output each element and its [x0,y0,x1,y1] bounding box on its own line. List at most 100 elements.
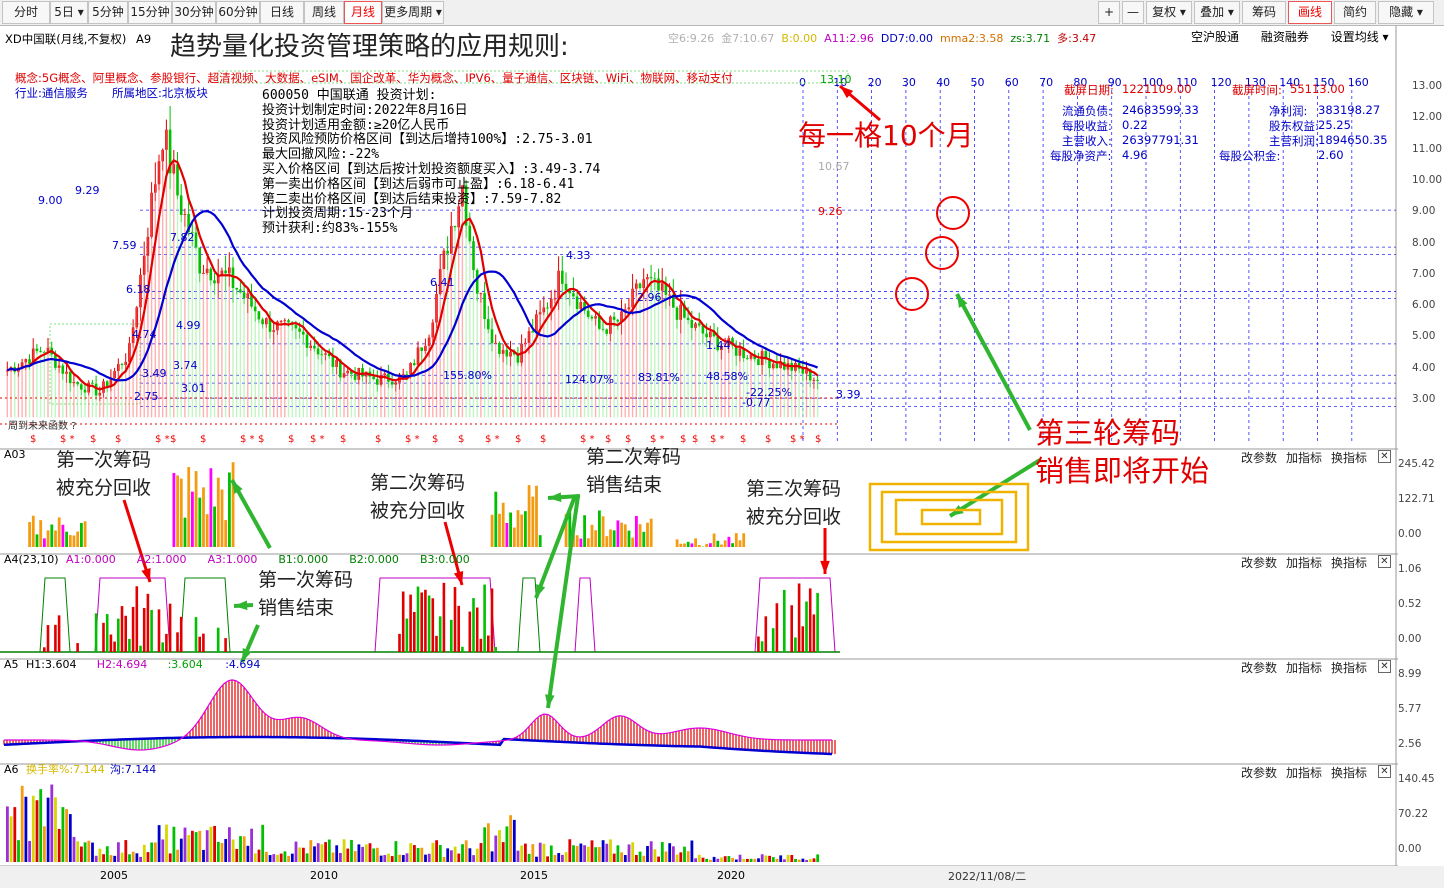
a6-bar [734,859,738,862]
a6-bar [331,852,335,862]
a4-bar [438,616,442,652]
toolbar-right-button-5[interactable]: 画线 [1288,1,1332,24]
close-icon[interactable]: ✕ [1378,660,1391,673]
period-tab-6[interactable]: 日线 [260,1,304,24]
a03-bar [649,518,653,547]
percent-label: 124.07% [565,373,614,386]
toolbar-right-button-0[interactable]: + [1098,1,1120,24]
a6-bar [50,784,54,862]
signal-markers: $ $ * $ $ $ * $ $ $ * $ $ $ * $ $ $ * $ $ $ * $ $ $ * $ $ $ * $… [30,434,821,445]
panel-title-a03: A03 [4,448,26,461]
a6-bar [435,840,438,862]
panel-add-indicator-button[interactable]: 加指标 [1286,659,1322,676]
hk-connect-link[interactable]: 空沪股通 [1191,30,1239,44]
a4-bar [431,598,435,652]
period-tab-2[interactable]: 5分钟 [88,1,128,24]
a6-bar [601,840,605,862]
toolbar-right-button-4[interactable]: 筹码 [1242,1,1286,24]
price-tick: 12.00 [1412,111,1443,124]
panel-edit-params-button[interactable]: 改参数 [1241,659,1277,676]
period-tab-0[interactable]: 分时 [2,1,50,24]
a03-bar [72,535,76,547]
toolbar-right-button-3[interactable]: 叠加 ▾ [1194,1,1240,24]
period-tab-4[interactable]: 30分钟 [172,1,216,24]
toolbar-right-button-7[interactable]: 隐藏 ▾ [1378,1,1434,24]
a03-bar [43,538,46,547]
a6-bar [150,842,154,862]
panel-switch-indicator-button[interactable]: 换指标 [1331,659,1367,676]
a6-bar [705,858,709,862]
period-tab-1[interactable]: 5日 ▾ [50,1,88,24]
a6-bar [98,848,102,862]
close-icon[interactable]: ✕ [1378,555,1391,568]
period-tab-7[interactable]: 周线 [304,1,344,24]
region-label: 所属地区:北京板块 [112,86,208,100]
chevron-down-icon: ▾ [1382,30,1389,44]
panel-edit-params-button[interactable]: 改参数 [1241,449,1277,466]
panel-edit-params-button[interactable]: 改参数 [1241,764,1277,781]
a6-bar [383,855,387,862]
panel-value: A2:1.000 [136,553,187,566]
toolbar-right-button-2[interactable]: 复权 ▾ [1146,1,1192,24]
a03-bar [490,514,494,547]
indicator-value: DD7:0.00 [880,32,934,45]
panel-switch-indicator-button[interactable]: 换指标 [1331,764,1367,781]
a6-bar [324,842,327,862]
a03-bar [198,497,202,547]
a6-bar [213,825,216,862]
close-icon[interactable]: ✕ [1378,765,1391,778]
price-level-label: 9.00 [38,194,63,207]
price-level-label: 3.74 [173,359,198,372]
a4-bar [57,615,61,652]
a6-bar [87,840,91,862]
panel-add-indicator-button[interactable]: 加指标 [1286,554,1322,571]
candle-body [242,292,246,299]
panel-add-indicator-button[interactable]: 加指标 [1286,764,1322,781]
price-tick: 7.00 [1412,267,1436,280]
toolbar-button-label: + [1103,5,1115,19]
a6-bar [609,839,612,862]
a6-bar [420,847,424,862]
a03-bar [39,520,43,547]
toolbar-right-button-1[interactable]: — [1122,1,1144,24]
a6-bar [612,853,616,862]
a03-bar [579,538,583,547]
set-ma-link[interactable]: 设置均线 [1331,30,1379,44]
panel-edit-params-button[interactable]: 改参数 [1241,554,1277,571]
panel-switch-indicator-button[interactable]: 换指标 [1331,554,1367,571]
annotation-month-grid: 每一格10个月 [798,119,974,152]
arrow-third-recover-head [820,560,830,574]
a03-bar [697,545,701,547]
candle-body [302,331,305,335]
a6-bar [68,814,72,862]
panel-switch-indicator-button[interactable]: 换指标 [1331,449,1367,466]
candle-body [120,364,124,366]
a03-bar [54,530,57,547]
period-tab-8[interactable]: 月线 [344,1,382,24]
toolbar-right-button-6[interactable]: 简约 [1334,1,1376,24]
a6-bar [749,858,753,862]
price-tick: 5.00 [1412,330,1436,343]
a6-bar [94,855,98,862]
a4-bar [150,609,153,652]
price-tick: 6.00 [1412,299,1436,312]
panel-tick: 2.56 [1398,738,1422,750]
price-level-label: 2.96 [637,291,662,304]
close-icon[interactable]: ✕ [1378,450,1391,463]
panel-add-indicator-button[interactable]: 加指标 [1286,449,1322,466]
screenshot-time-label: 截屏时间: [1232,83,1282,97]
a6-bar [398,854,401,862]
margin-trading-link[interactable]: 融资融券 [1261,30,1309,44]
a4-bar [194,617,198,652]
candle-body [94,383,98,396]
screenshot-date-label: 截屏日期: [1064,83,1114,97]
period-tab-5[interactable]: 60分钟 [216,1,260,24]
period-tab-9[interactable]: 更多周期 ▾ [382,1,444,24]
a6-bar [342,839,346,862]
period-tab-3[interactable]: 15分钟 [128,1,172,24]
signal-marker: $ [170,434,176,445]
a4-bar [420,592,423,652]
signal-marker: $ * [485,434,500,445]
a6-bar [598,847,601,862]
a4-bar [797,583,801,652]
